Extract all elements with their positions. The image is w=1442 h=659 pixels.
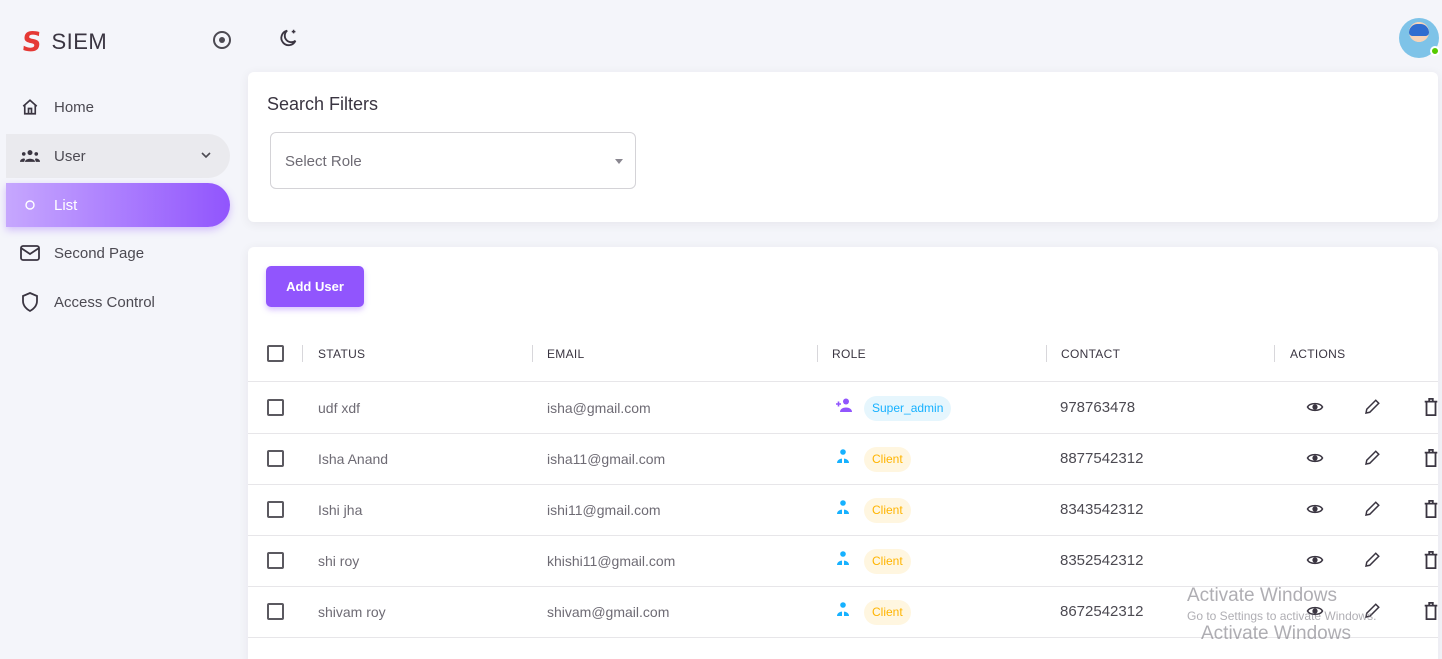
table-row: udf xdf isha@gmail.com Super_admin 97876… bbox=[248, 383, 1438, 434]
row-email: isha11@gmail.com bbox=[547, 451, 666, 467]
sidebar: S SIEM Home User List Second Page Access… bbox=[0, 0, 240, 659]
theme-toggle-moon-icon[interactable] bbox=[278, 27, 300, 49]
sidebar-item-home[interactable]: Home bbox=[6, 85, 230, 129]
column-header-email: EMAIL bbox=[547, 347, 585, 361]
delete-trash-icon[interactable] bbox=[1423, 500, 1441, 518]
table-row: Isha Anand isha11@gmail.com Client 88775… bbox=[248, 434, 1438, 485]
row-email: ishi11@gmail.com bbox=[547, 502, 661, 518]
sidebar-item-label: User bbox=[54, 147, 86, 165]
client-role-icon bbox=[835, 500, 853, 514]
row-checkbox[interactable] bbox=[267, 450, 284, 467]
delete-trash-icon[interactable] bbox=[1423, 602, 1441, 620]
sidebar-toggle-radio-icon[interactable] bbox=[213, 31, 231, 49]
column-divider bbox=[817, 345, 818, 362]
sidebar-item-label: Access Control bbox=[54, 293, 155, 311]
column-divider bbox=[1274, 345, 1275, 362]
column-divider bbox=[1046, 345, 1047, 362]
column-header-role: ROLE bbox=[832, 347, 866, 361]
role-badge: Super_admin bbox=[864, 396, 952, 421]
edit-pencil-icon[interactable] bbox=[1363, 551, 1381, 569]
online-status-dot bbox=[1430, 46, 1440, 56]
row-contact: 8352542312 bbox=[1060, 552, 1144, 569]
mail-icon bbox=[20, 243, 40, 263]
row-contact: 978763478 bbox=[1060, 399, 1136, 416]
edit-pencil-icon[interactable] bbox=[1363, 398, 1381, 416]
view-eye-icon[interactable] bbox=[1306, 449, 1324, 467]
role-badge: Client bbox=[864, 447, 911, 472]
table-row: Ishi jha ishi11@gmail.com Client 8343542… bbox=[248, 485, 1438, 536]
brand-logo: S bbox=[20, 26, 44, 58]
select-all-checkbox[interactable] bbox=[267, 345, 284, 362]
select-role-placeholder: Select Role bbox=[285, 153, 362, 170]
role-badge: Client bbox=[864, 549, 911, 574]
row-email: shivam@gmail.com bbox=[547, 604, 670, 620]
column-header-status: STATUS bbox=[318, 347, 366, 361]
row-contact: 8672542312 bbox=[1060, 603, 1144, 620]
row-status: shi roy bbox=[318, 553, 360, 569]
sidebar-item-label: Second Page bbox=[54, 244, 145, 262]
row-checkbox[interactable] bbox=[267, 501, 284, 518]
column-divider bbox=[532, 345, 533, 362]
role-badge: Client bbox=[864, 498, 911, 523]
view-eye-icon[interactable] bbox=[1306, 500, 1324, 518]
caret-down-icon bbox=[615, 159, 623, 164]
shield-icon bbox=[20, 292, 40, 312]
row-status: udf xdf bbox=[318, 400, 361, 416]
delete-trash-icon[interactable] bbox=[1423, 398, 1441, 416]
row-checkbox[interactable] bbox=[267, 399, 284, 416]
search-filters-title: Search Filters bbox=[267, 94, 379, 114]
column-divider bbox=[302, 345, 303, 362]
row-checkbox[interactable] bbox=[267, 552, 284, 569]
delete-trash-icon[interactable] bbox=[1423, 551, 1441, 569]
row-checkbox[interactable] bbox=[267, 603, 284, 620]
row-contact: 8877542312 bbox=[1060, 450, 1144, 467]
row-email: khishi11@gmail.com bbox=[547, 553, 676, 569]
sidebar-item-user[interactable]: User bbox=[6, 134, 230, 178]
avatar[interactable] bbox=[1399, 18, 1440, 58]
sidebar-item-list[interactable]: List bbox=[6, 183, 230, 227]
search-filters-card: Search Filters Select Role bbox=[248, 72, 1438, 222]
row-status: Ishi jha bbox=[318, 502, 363, 518]
column-header-actions: ACTIONS bbox=[1290, 347, 1346, 361]
client-role-icon bbox=[835, 449, 853, 463]
row-contact: 8343542312 bbox=[1060, 501, 1144, 518]
chevron-down-icon bbox=[200, 148, 212, 165]
users-icon bbox=[20, 146, 40, 166]
view-eye-icon[interactable] bbox=[1306, 551, 1324, 569]
sidebar-item-second-page[interactable]: Second Page bbox=[6, 231, 230, 275]
edit-pencil-icon[interactable] bbox=[1363, 602, 1381, 620]
client-role-icon bbox=[835, 551, 853, 565]
sidebar-item-label: Home bbox=[54, 98, 95, 116]
column-header-contact: CONTACT bbox=[1061, 347, 1121, 361]
home-icon bbox=[20, 97, 40, 117]
view-eye-icon[interactable] bbox=[1306, 398, 1324, 416]
sidebar-item-label: List bbox=[54, 196, 78, 214]
delete-trash-icon[interactable] bbox=[1423, 449, 1441, 467]
sidebar-item-access-control[interactable]: Access Control bbox=[6, 280, 230, 324]
view-eye-icon[interactable] bbox=[1306, 602, 1324, 620]
table-row: shi roy khishi11@gmail.com Client 835254… bbox=[248, 536, 1438, 587]
select-role-dropdown[interactable]: Select Role bbox=[270, 132, 636, 189]
client-role-icon bbox=[835, 602, 853, 616]
row-status: Isha Anand bbox=[318, 451, 389, 467]
role-badge: Client bbox=[864, 600, 911, 625]
table-row: shivam roy shivam@gmail.com Client 86725… bbox=[248, 587, 1438, 638]
row-status: shivam roy bbox=[318, 604, 386, 620]
circle-outline-icon bbox=[20, 195, 40, 215]
add-user-button[interactable]: Add User bbox=[266, 266, 364, 307]
brand[interactable]: S SIEM bbox=[20, 24, 108, 60]
super-admin-role-icon bbox=[835, 398, 853, 412]
edit-pencil-icon[interactable] bbox=[1363, 449, 1381, 467]
edit-pencil-icon[interactable] bbox=[1363, 500, 1381, 518]
brand-name: SIEM bbox=[51, 29, 108, 54]
users-table-card: Add User STATUS EMAIL ROLE CONTACT ACTIO… bbox=[248, 247, 1438, 659]
row-email: isha@gmail.com bbox=[547, 400, 651, 416]
table-header: STATUS EMAIL ROLE CONTACT ACTIONS bbox=[248, 332, 1438, 382]
